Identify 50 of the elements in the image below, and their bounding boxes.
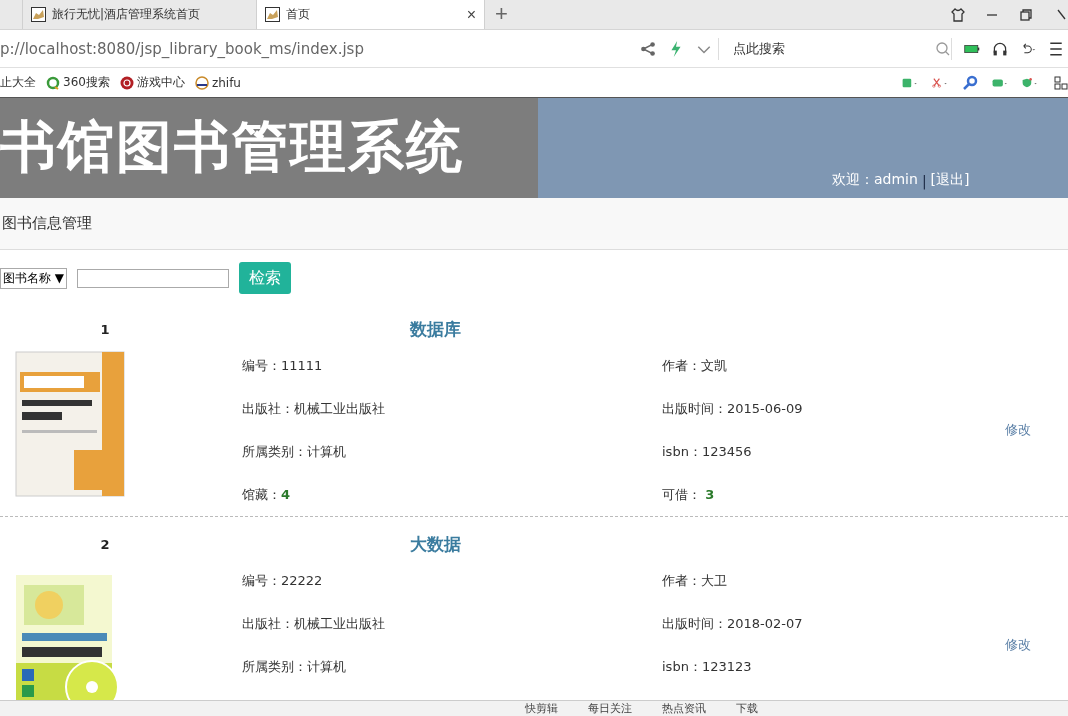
edit-link[interactable]: 修改 — [990, 636, 1031, 654]
status-item[interactable]: 热点资讯 — [662, 701, 706, 716]
bookmark-link[interactable]: 止大全 — [0, 74, 36, 91]
bookmark-link[interactable]: zhifu — [211, 75, 241, 90]
restore-icon[interactable] — [1018, 6, 1034, 23]
book-title: 大数据 — [409, 532, 461, 556]
field-text: 所属类别：计算机 — [241, 442, 347, 461]
headphones-icon[interactable] — [992, 40, 1008, 57]
share-icon[interactable] — [640, 40, 656, 57]
search-field[interactable]: 点此搜索 — [719, 33, 935, 64]
field-text: isbn：123456 — [661, 442, 753, 461]
field-text: 出版社：机械工业出版社 — [241, 614, 386, 633]
field-text: 所属类别：计算机 — [241, 657, 347, 676]
field-text: 作者：大卫 — [661, 571, 728, 590]
field-text: 编号：22222 — [241, 571, 324, 590]
menu-icon[interactable] — [1048, 40, 1064, 57]
search-input[interactable] — [77, 268, 230, 288]
bookmark-link[interactable]: 360搜索 — [63, 74, 110, 91]
field-text: 出版时间：2015-06-09 — [661, 399, 804, 418]
field-text: 编号：11111 — [241, 356, 324, 375]
status-item[interactable]: 快剪辑 — [525, 701, 558, 716]
field-text: 出版社：机械工业出版社 — [241, 399, 386, 418]
shirt-icon[interactable] — [950, 6, 966, 23]
book-title: 数据库 — [409, 317, 461, 341]
close-tab-button[interactable]: × — [466, 5, 476, 24]
field-text: isbn：123123 — [661, 657, 753, 676]
address-field[interactable]: p://localhost:8080/jsp_library_book_ms/index.jsp — [0, 39, 640, 58]
status-item[interactable]: 下载 — [736, 701, 758, 716]
status-item[interactable]: 每日关注 — [588, 701, 632, 716]
row-number: 1 — [100, 321, 110, 337]
field-select[interactable]: 图书名称 ▼ — [0, 267, 68, 289]
field-text: 可借： 3 — [661, 485, 716, 504]
grid-icon[interactable] — [1052, 74, 1068, 91]
welcome-text: 欢迎：admin — [832, 171, 918, 189]
edit-link[interactable]: 修改 — [990, 421, 1031, 439]
bookmark-link[interactable]: 游戏中心 — [136, 74, 185, 91]
separator-text: | — [921, 173, 927, 189]
row-number: 2 — [100, 536, 110, 552]
field-text: 作者：文凯 — [661, 356, 728, 375]
field-text: 馆藏：4 — [241, 485, 292, 504]
nav-item[interactable]: 图书信息管理 — [0, 214, 92, 233]
globe-icon[interactable] — [194, 75, 209, 90]
browser-tab[interactable]: 首页 × — [257, 0, 485, 29]
magnifier-icon[interactable] — [962, 74, 978, 91]
new-tab-button[interactable]: + — [495, 1, 508, 27]
site-title: 书馆图书管理系统 — [0, 113, 464, 181]
browser-tab[interactable]: 旅行无忧|酒店管理系统首页 — [22, 0, 257, 29]
field-text: 出版时间：2018-02-07 — [661, 614, 804, 633]
search-icon[interactable] — [935, 40, 951, 57]
ring-icon[interactable] — [46, 75, 60, 90]
